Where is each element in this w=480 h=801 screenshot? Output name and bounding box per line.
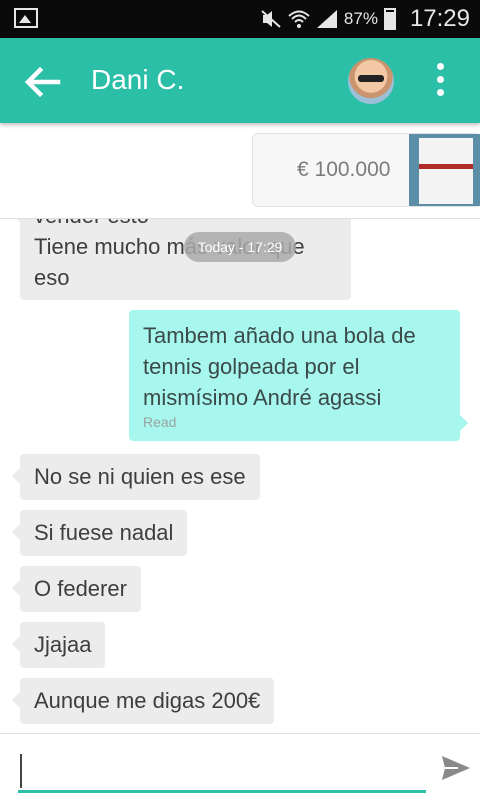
message-text: O federer (34, 576, 127, 601)
composer (0, 733, 480, 801)
message-text: No se ni quien es ese (34, 464, 246, 489)
message-text: tennis golpeada por el (143, 354, 360, 379)
listing-thumbnail (409, 134, 480, 206)
message-text: Aunque me digas 200€ (34, 688, 261, 713)
message-received: Jjajaa (11, 622, 106, 668)
message-input[interactable] (18, 754, 430, 792)
status-bar: 87% 17:29 (0, 0, 480, 38)
contact-name[interactable]: Dani C. (91, 64, 184, 96)
read-status: Read (143, 414, 177, 430)
message-text: mismísimo André agassi (143, 385, 382, 410)
listing-card[interactable]: € 100.000 (252, 133, 480, 207)
message-text: Si fuese nadal (34, 520, 174, 545)
message-text: vender esto (34, 218, 337, 231)
app-bar: Dani C. (0, 38, 480, 123)
message-text: eso (34, 265, 70, 290)
battery-icon (383, 8, 396, 30)
message-received: Si fuese nadal (11, 510, 188, 556)
contact-avatar[interactable] (348, 58, 394, 104)
text-caret (20, 754, 22, 788)
wifi-icon (288, 10, 310, 28)
message-received: O federer (12, 566, 141, 612)
input-underline (18, 790, 426, 793)
message-received: Aunque me digas 200€ (11, 678, 275, 724)
message-text: Tambem añado una bola de (143, 323, 416, 348)
battery-percent: 87% (343, 9, 378, 28)
message-text: Jjajaa (34, 632, 92, 657)
listing-preview[interactable]: € 100.000 (0, 123, 480, 219)
message-received: No se ni quien es ese (12, 454, 260, 500)
message-received: vender esto Tiene mucho más valor que es… (12, 218, 351, 300)
signal-icon (316, 10, 337, 28)
gallery-icon (14, 8, 38, 28)
message-list[interactable]: Today - 17:29 vender esto Tiene mucho má… (0, 218, 480, 733)
send-icon[interactable] (440, 752, 472, 784)
date-divider: Today - 17:29 (184, 232, 296, 262)
clock: 17:29 (409, 5, 470, 32)
listing-price: € 100.000 (297, 158, 391, 181)
overflow-menu-icon[interactable] (430, 60, 450, 100)
message-sent: Tambem añado una bola de tennis golpeada… (129, 310, 468, 441)
back-arrow-icon[interactable] (22, 62, 62, 102)
silent-icon (261, 10, 281, 28)
